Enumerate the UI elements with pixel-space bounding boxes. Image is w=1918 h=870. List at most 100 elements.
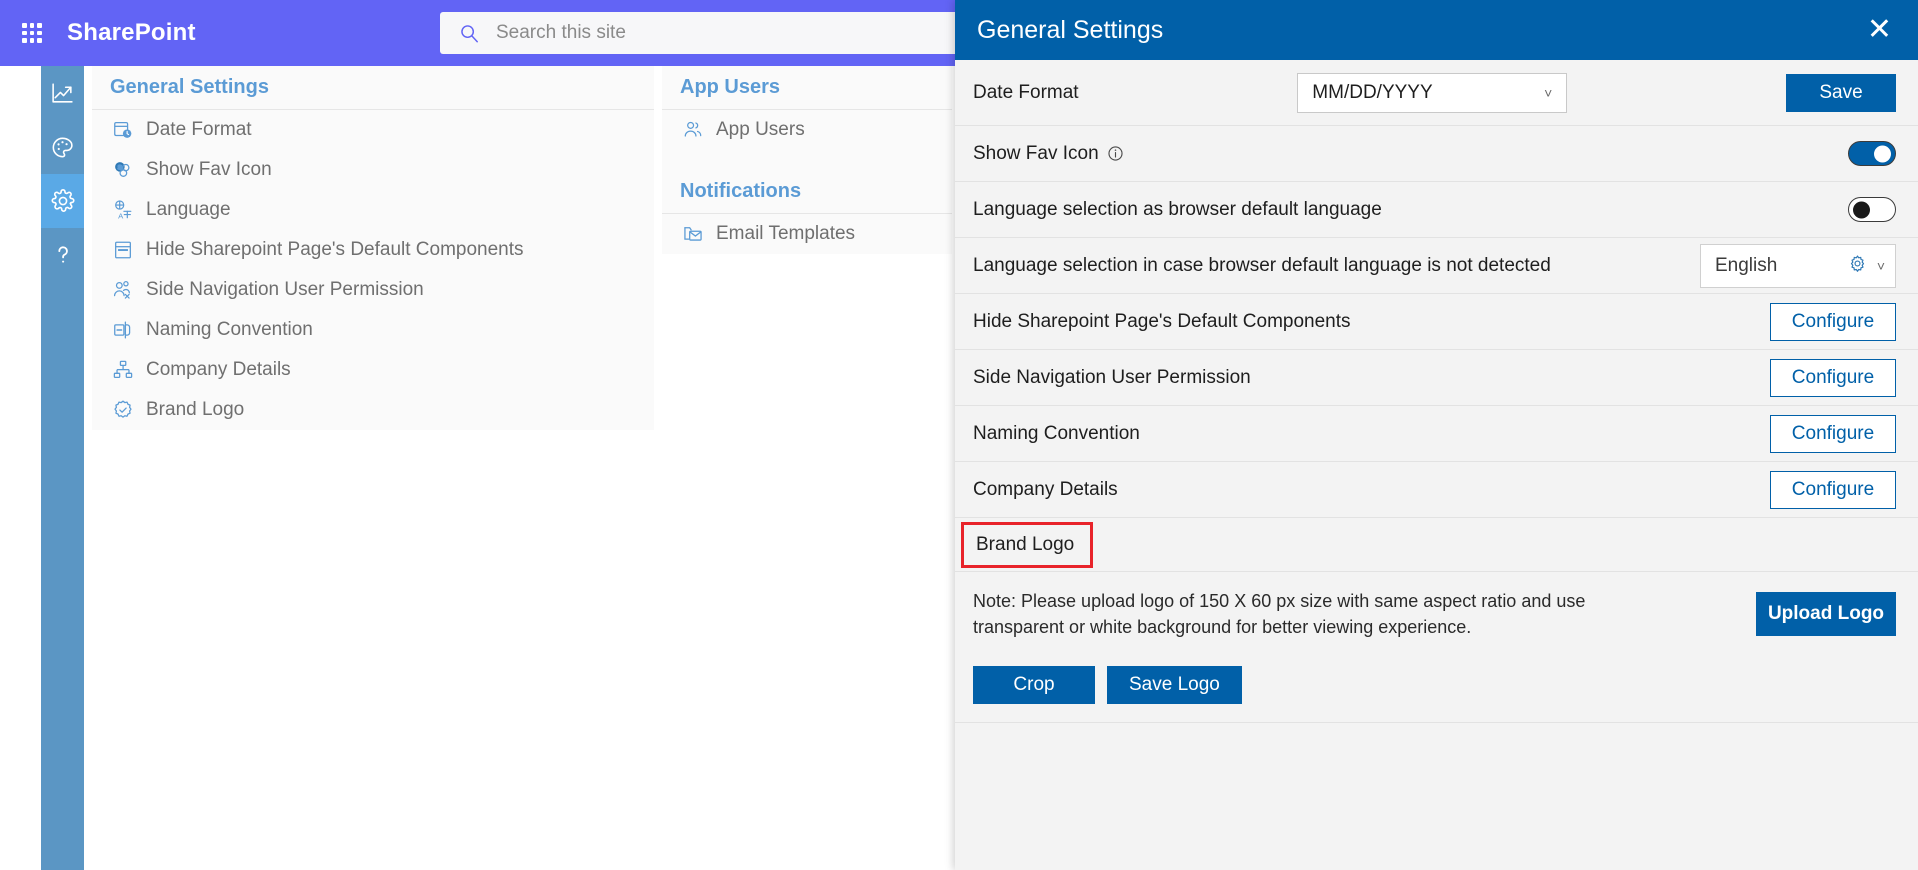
app-launcher-icon[interactable] [15,16,49,50]
menu-item-label: Date Format [146,119,252,140]
naming-icon [112,319,134,341]
app-root: SharePoint Search this site General Sett… [0,0,1918,870]
row-language-fallback: Language selection in case browser defau… [955,238,1918,294]
org-chart-icon [112,359,134,381]
menu-group-heading: Notifications [662,170,952,214]
upload-logo-button[interactable]: Upload Logo [1756,592,1896,637]
question-mark-icon [50,242,76,268]
menu-item-date-format[interactable]: Date Format [92,110,654,150]
page-layout-icon [112,239,134,261]
rail-item-analytics[interactable] [41,66,84,120]
brand-logo-note-row: Note: Please upload logo of 150 X 60 px … [955,572,1918,656]
brand-logo-highlight: Brand Logo [961,521,1094,568]
row-language-browser-default: Language selection as browser default la… [955,182,1918,238]
rail-item-settings[interactable] [41,174,84,228]
side-nav-permission-label: Side Navigation User Permission [973,366,1251,388]
general-settings-panel: General Settings ✕ Date Format MM/DD/YYY… [955,0,1918,870]
people-icon [682,119,704,141]
sharepoint-brand-label[interactable]: SharePoint [67,19,196,47]
language-fallback-label: Language selection in case browser defau… [973,254,1551,276]
row-date-format: Date Format MM/DD/YYYY ˅ Save [955,60,1918,126]
language-fallback-value: English [1715,254,1778,276]
configure-button-hide-default-components[interactable]: Configure [1770,302,1896,341]
show-fav-icon-label: Show Fav Icon [973,142,1099,164]
date-format-controls: MM/DD/YYYY ˅ [1297,72,1568,113]
date-format-value: MM/DD/YYYY [1312,81,1433,103]
menu-item-label: Hide Sharepoint Page's Default Component… [146,239,524,260]
naming-convention-label: Naming Convention [973,422,1140,444]
brand-logo-label: Brand Logo [976,533,1075,555]
menu-item-language[interactable]: A Language [92,190,654,230]
menu-item-label: App Users [716,119,805,140]
info-icon[interactable] [1107,145,1124,162]
row-naming-convention: Naming Convention Configure [955,406,1918,462]
favicon-icon: S [112,159,134,181]
row-show-fav-icon: Show Fav Icon [955,126,1918,182]
row-hide-default-components: Hide Sharepoint Page's Default Component… [955,294,1918,350]
menu-item-label: Brand Logo [146,399,245,420]
language-fallback-select[interactable]: English ˅ [1700,243,1896,288]
search-icon [458,22,480,44]
menu-group-heading: General Settings [92,66,654,110]
save-button[interactable]: Save [1786,73,1896,112]
menu-item-email-templates[interactable]: Email Templates [662,214,952,254]
date-format-label: Date Format [973,81,1079,103]
language-browser-default-toggle[interactable] [1848,197,1896,222]
menu-item-show-fav-icon[interactable]: S Show Fav Icon [92,150,654,190]
settings-menu-flyout: General Settings Date Format S Show Fav … [84,66,960,463]
chevron-down-icon: ˅ [1876,257,1885,274]
gear-icon [50,188,76,214]
close-icon[interactable]: ✕ [1863,15,1896,45]
rail-item-help[interactable] [41,228,84,282]
panel-header: General Settings ✕ [955,0,1918,60]
menu-item-naming-convention[interactable]: Naming Convention [92,310,654,350]
user-permission-icon [112,279,134,301]
menu-item-label: Email Templates [716,223,856,244]
icon-rail [41,66,84,870]
menu-item-app-users[interactable]: App Users [662,110,952,150]
date-format-select[interactable]: MM/DD/YYYY ˅ [1297,72,1568,113]
menu-item-hide-default-components[interactable]: Hide Sharepoint Page's Default Component… [92,230,654,270]
translate-icon: A [112,199,134,221]
menu-item-label: Company Details [146,359,291,380]
show-fav-icon-label-wrap: Show Fav Icon [973,143,1124,165]
row-brand-logo: Brand Logo [955,518,1918,572]
menu-item-brand-logo[interactable]: Brand Logo [92,390,654,430]
show-fav-icon-toggle[interactable] [1848,141,1896,166]
menu-item-company-details[interactable]: Company Details [92,350,654,390]
crop-button[interactable]: Crop [973,666,1095,705]
menu-item-label: Language [146,199,231,220]
toggle-knob [1853,201,1870,218]
menu-item-label: Naming Convention [146,319,313,340]
chevron-down-icon: ˅ [1544,84,1553,101]
hide-default-components-label: Hide Sharepoint Page's Default Component… [973,310,1351,332]
menu-item-label: Show Fav Icon [146,159,272,180]
panel-title: General Settings [977,15,1164,44]
row-company-details: Company Details Configure [955,462,1918,518]
brand-logo-actions: Crop Save Logo [955,656,1918,724]
language-browser-default-label: Language selection as browser default la… [973,198,1382,220]
company-details-label: Company Details [973,478,1118,500]
badge-check-icon [112,399,134,421]
gear-icon[interactable] [1848,254,1867,278]
menu-group-app-users: App Users App Users [662,66,952,150]
language-select-icons: ˅ [1848,254,1885,278]
configure-button-naming-convention[interactable]: Configure [1770,414,1896,453]
mail-template-icon [682,223,704,245]
brand-logo-note: Note: Please upload logo of 150 X 60 px … [973,591,1586,638]
row-side-nav-permission: Side Navigation User Permission Configur… [955,350,1918,406]
rail-item-theme[interactable] [41,120,84,174]
configure-button-company-details[interactable]: Configure [1770,470,1896,509]
menu-item-label: Side Navigation User Permission [146,279,424,300]
menu-group-heading: App Users [662,66,952,110]
menu-column-general: General Settings Date Format S Show Fav … [92,66,654,430]
palette-icon [50,135,75,160]
save-logo-button[interactable]: Save Logo [1107,666,1242,705]
menu-item-side-nav-permission[interactable]: Side Navigation User Permission [92,270,654,310]
panel-scrollbar[interactable] [1912,60,1918,870]
date-clock-icon [112,119,134,141]
configure-button-side-nav-permission[interactable]: Configure [1770,358,1896,397]
svg-text:A: A [118,211,124,220]
menu-column-users-notifications: App Users App Users Notifications Email … [662,66,952,254]
menu-group-notifications: Notifications Email Templates [662,170,952,254]
